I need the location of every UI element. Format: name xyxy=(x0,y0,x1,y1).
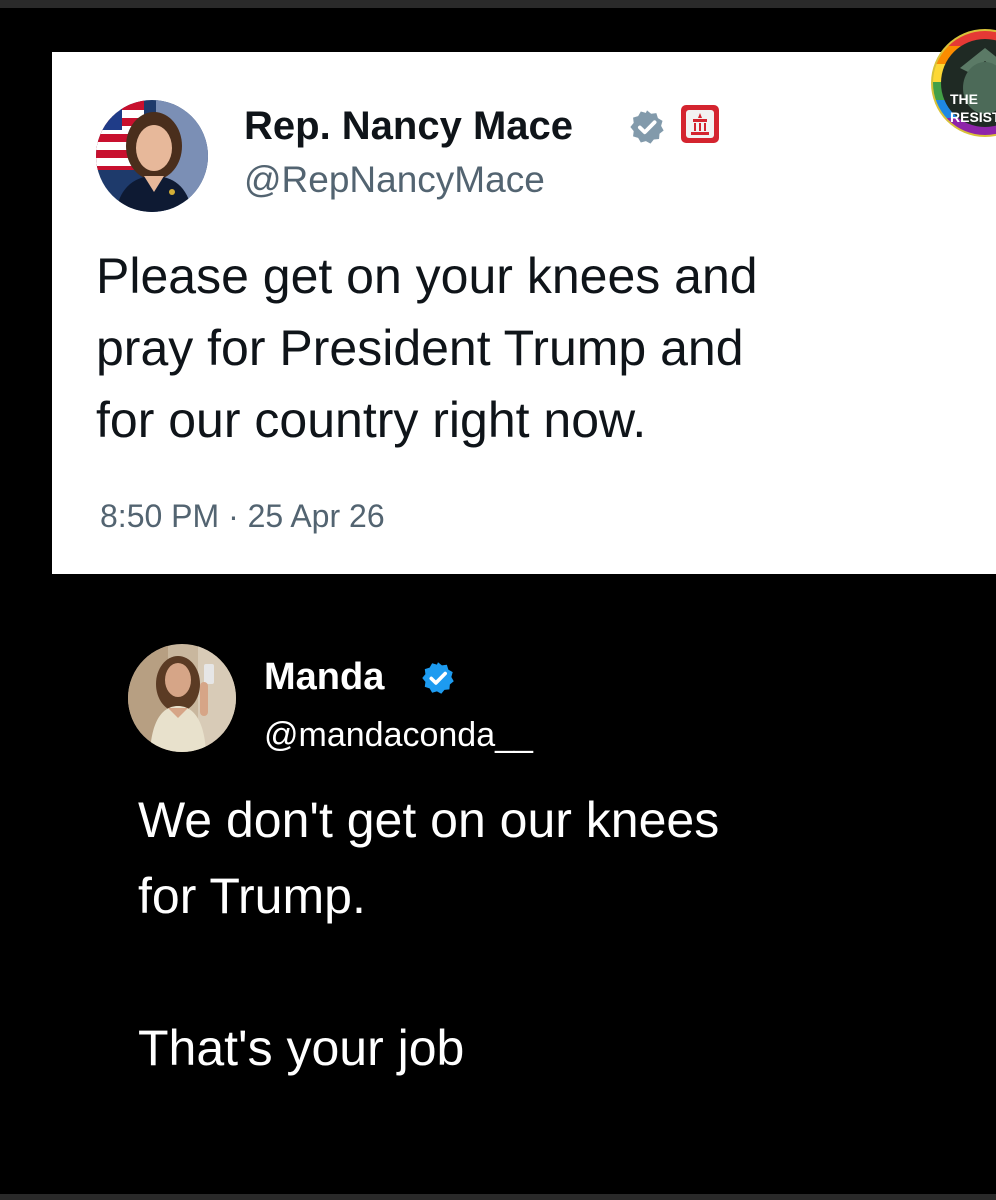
original-author-name[interactable]: Rep. Nancy Mace xyxy=(244,100,573,152)
resistance-logo-icon: THE RESISTA xyxy=(930,28,996,138)
nancy-mace-avatar[interactable] xyxy=(96,100,208,212)
verified-badge-icon xyxy=(628,108,666,146)
svg-text:RESISTA: RESISTA xyxy=(950,109,996,125)
top-border xyxy=(0,0,996,8)
reply-tweet-text: We don't get on our knees for Trump. Tha… xyxy=(138,792,720,1076)
manda-avatar[interactable] xyxy=(128,644,236,752)
government-badge-icon xyxy=(680,104,720,144)
reply-author-name[interactable]: Manda xyxy=(264,652,384,702)
original-author-handle[interactable]: @RepNancyMace xyxy=(244,156,545,204)
bottom-border xyxy=(0,1194,996,1200)
verified-badge-icon xyxy=(420,660,456,696)
original-tweet-timestamp[interactable]: 8:50 PM · 25 Apr 26 xyxy=(100,494,385,538)
reply-author-handle[interactable]: @mandaconda__ xyxy=(264,712,533,758)
svg-text:THE: THE xyxy=(950,91,978,107)
original-tweet-text: Please get on your knees and pray for Pr… xyxy=(96,248,758,448)
screenshot-page: Rep. Nancy Mace @RepNancyMace Please get… xyxy=(0,0,996,1200)
